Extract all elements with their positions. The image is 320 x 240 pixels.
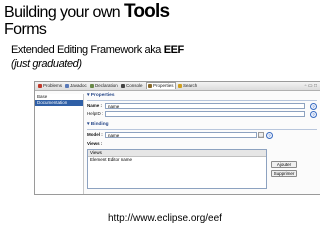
- tab-problems[interactable]: Problems: [38, 83, 62, 89]
- name-label: Name :: [87, 103, 102, 109]
- browse-button[interactable]: …: [258, 132, 264, 138]
- help-icon[interactable]: ?: [310, 111, 317, 118]
- search-icon: [178, 83, 182, 88]
- remove-button[interactable]: Supprimer: [271, 170, 297, 177]
- property-tabs-nav: Base Documentation: [35, 94, 84, 194]
- helpid-field[interactable]: [105, 111, 305, 117]
- tab-properties[interactable]: Properties: [146, 82, 176, 89]
- javadoc-icon: [65, 83, 69, 88]
- view-toolbar: ▫ ▭ □: [305, 83, 317, 89]
- list-item[interactable]: Element Editor name: [88, 157, 266, 163]
- minimize-icon[interactable]: ▭: [308, 83, 313, 89]
- section-title-text: Properties: [90, 93, 115, 98]
- properties-section-title[interactable]: ▾ Properties: [87, 93, 115, 99]
- properties-icon: [148, 83, 152, 88]
- collapse-arrow-icon: ▾: [87, 93, 90, 98]
- slide-subtitle: Forms: [4, 21, 47, 38]
- views-list[interactable]: Views Element Editor name: [87, 149, 267, 189]
- collapse-arrow-icon: ▾: [87, 122, 90, 127]
- tab-label: Properties: [153, 83, 174, 88]
- line1-text: Extended Editing Framework aka: [11, 44, 162, 56]
- binding-section-title[interactable]: ▾ Binding: [87, 122, 109, 128]
- views-label-text: Views :: [87, 141, 103, 146]
- helpid-label: HelpID :: [87, 111, 104, 116]
- declaration-icon: [90, 83, 94, 88]
- nav-item-documentation[interactable]: Documentation: [35, 100, 83, 106]
- slide-text-line1: Extended Editing Framework aka EEF: [11, 43, 184, 57]
- section-title-text: Binding: [90, 122, 109, 127]
- tab-label: Problems: [43, 83, 63, 88]
- slide-text-line2: (just graduated): [11, 58, 82, 70]
- model-field[interactable]: name: [105, 132, 257, 138]
- view-menu-icon[interactable]: ▫: [305, 83, 307, 89]
- help-icon[interactable]: ?: [266, 132, 273, 139]
- tab-declaration[interactable]: Declaration: [90, 83, 118, 89]
- name-field[interactable]: name: [105, 103, 305, 109]
- model-label-text: Model :: [87, 132, 103, 137]
- console-icon: [121, 83, 125, 88]
- eef-url[interactable]: http://www.eclipse.org/eef: [108, 213, 222, 225]
- help-icon[interactable]: ?: [310, 103, 317, 110]
- slide-title-emphasis: Tools: [123, 1, 170, 22]
- tab-javadoc[interactable]: Javadoc: [65, 83, 87, 89]
- view-tab-bar: Problems Javadoc Declaration Console Pro…: [35, 82, 320, 91]
- slide-title-prefix: Building your own: [4, 4, 121, 21]
- tab-search[interactable]: Search: [178, 83, 197, 89]
- views-label: Views :: [87, 141, 102, 147]
- views-list-header: Views: [88, 150, 266, 157]
- name-label-text: Name :: [87, 103, 103, 108]
- section-divider: [87, 100, 317, 101]
- section-divider: [87, 129, 317, 130]
- add-button[interactable]: Ajouter: [271, 161, 297, 168]
- model-label: Model :: [87, 132, 103, 138]
- eclipse-properties-screenshot: Problems Javadoc Declaration Console Pro…: [34, 81, 320, 195]
- tab-label: Search: [183, 83, 198, 88]
- line1-bold: EEF: [163, 44, 185, 56]
- tab-label: Javadoc: [70, 83, 87, 88]
- problems-icon: [38, 83, 42, 88]
- maximize-icon[interactable]: □: [314, 83, 317, 89]
- tab-label: Console: [126, 83, 143, 88]
- tab-label: Declaration: [95, 83, 118, 88]
- tab-console[interactable]: Console: [121, 83, 143, 89]
